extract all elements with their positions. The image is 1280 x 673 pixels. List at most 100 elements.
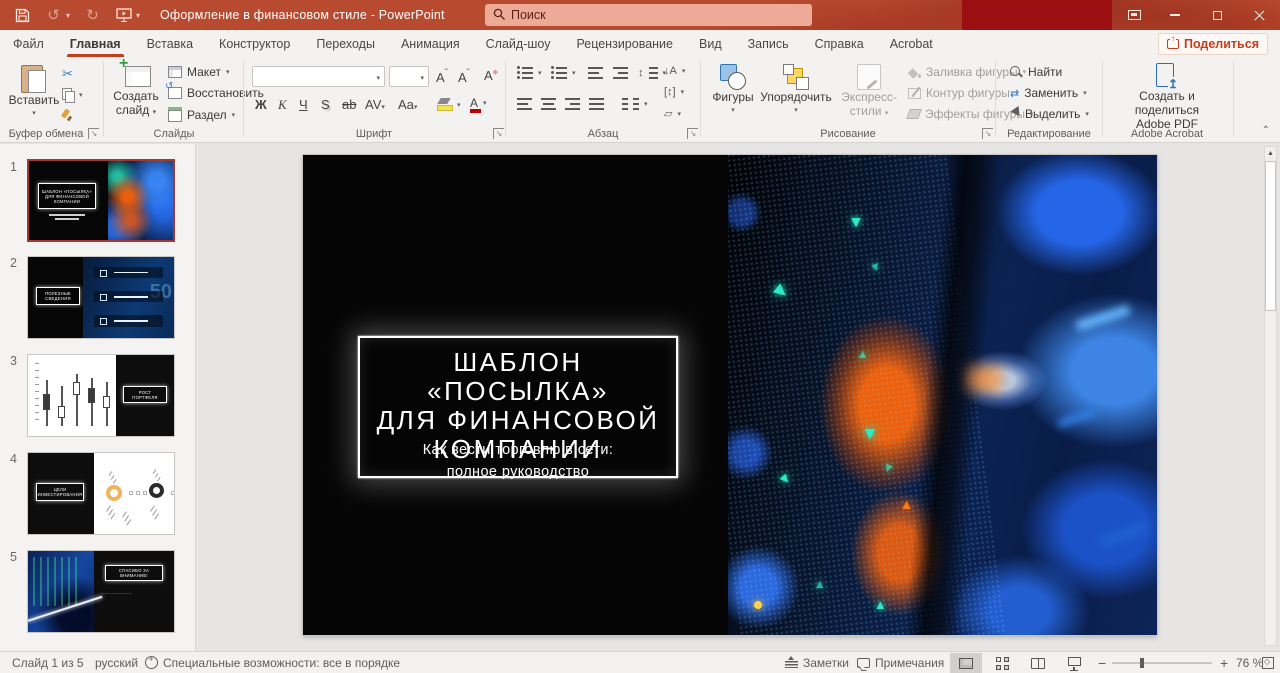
text-direction-button[interactable]: ↓A▾ bbox=[664, 65, 685, 77]
arrange-button[interactable]: Упорядочить▾ bbox=[756, 64, 836, 118]
clear-formatting-button[interactable]: А bbox=[484, 68, 498, 83]
minimize-button[interactable] bbox=[1154, 0, 1196, 30]
fit-slide-button[interactable] bbox=[1262, 652, 1274, 673]
scroll-up-icon[interactable]: ▲ bbox=[1265, 147, 1276, 160]
section-button[interactable]: Раздел▾ bbox=[168, 107, 235, 122]
align-left-button[interactable] bbox=[517, 98, 532, 110]
slideshow-view-button[interactable] bbox=[1058, 653, 1090, 673]
slide-subtitle-placeholder[interactable]: Как вести торговлю в сети: полное руково… bbox=[358, 439, 678, 483]
decrease-indent-button[interactable] bbox=[588, 67, 603, 79]
underline-button[interactable]: Ч bbox=[299, 97, 308, 112]
redo-icon[interactable]: ↻ bbox=[84, 7, 101, 24]
tab-design[interactable]: Конструктор bbox=[206, 30, 303, 57]
start-slideshow-icon[interactable] bbox=[115, 7, 132, 24]
select-button[interactable]: Выделить▾ bbox=[1010, 107, 1089, 121]
slide-counter[interactable]: Слайд 1 из 5 bbox=[12, 652, 84, 673]
font-color-button[interactable]: А▾ bbox=[470, 96, 487, 110]
font-size-combo[interactable]: ▾ bbox=[389, 66, 429, 87]
numbering-button[interactable]: ▾ bbox=[551, 67, 576, 79]
undo-dropdown-icon[interactable]: ▾ bbox=[66, 11, 70, 20]
change-case-button[interactable]: Aa▾ bbox=[398, 97, 417, 112]
zoom-out-button[interactable]: − bbox=[1098, 652, 1106, 673]
maximize-button[interactable] bbox=[1196, 0, 1238, 30]
accessibility-status[interactable]: Специальные возможности: все в порядке bbox=[145, 652, 400, 673]
line-spacing-button[interactable]: ↕▾ bbox=[638, 67, 666, 79]
align-text-button[interactable]: [↕]▾ bbox=[664, 86, 684, 98]
text-highlight-button[interactable]: ▾ bbox=[437, 98, 461, 111]
zoom-slider-thumb[interactable] bbox=[1140, 658, 1144, 668]
shape-outline-button[interactable]: Контур фигуры▾ bbox=[908, 86, 1018, 100]
tab-acrobat[interactable]: Acrobat bbox=[877, 30, 946, 57]
character-spacing-button[interactable]: AV▾ bbox=[365, 97, 385, 112]
increase-indent-button[interactable] bbox=[613, 67, 628, 79]
strikethrough-button[interactable]: ab bbox=[342, 97, 356, 112]
ribbon-display-options-button[interactable] bbox=[1114, 0, 1154, 30]
tab-record[interactable]: Запись bbox=[735, 30, 802, 57]
vertical-scrollbar[interactable]: ▲ bbox=[1264, 146, 1277, 646]
clipboard-dialog-launcher[interactable]: ↘ bbox=[88, 128, 99, 139]
slide-thumbnail-5[interactable]: СПАСИБО ЗА ВНИМАНИЕ! ______________ bbox=[27, 550, 175, 633]
slide-thumbnail-3[interactable]: РОСТ ПОРТФЕЛЯ bbox=[27, 354, 175, 437]
undo-icon[interactable]: ↺ bbox=[45, 7, 62, 24]
paste-button[interactable]: Вставить ▾ bbox=[10, 63, 58, 121]
cut-button[interactable]: ✂ bbox=[62, 67, 73, 81]
slide-led-image: ▲ ▲ ▲ ▲ ▲ ▲ ▲ ▲ ▲ ▲ bbox=[728, 155, 1157, 635]
find-button[interactable]: Найти bbox=[1010, 65, 1062, 79]
close-button[interactable] bbox=[1238, 0, 1280, 30]
tab-animations[interactable]: Анимация bbox=[388, 30, 473, 57]
save-icon[interactable] bbox=[14, 7, 31, 24]
tab-review[interactable]: Рецензирование bbox=[563, 30, 686, 57]
grow-font-button[interactable]: А bbox=[436, 68, 448, 85]
new-slide-button[interactable]: Создать слайд ▾ bbox=[110, 63, 162, 120]
reset-button[interactable]: Восстановить bbox=[168, 86, 264, 100]
notes-toggle[interactable]: Заметки bbox=[785, 652, 849, 673]
align-left-icon bbox=[517, 98, 532, 110]
reading-view-button[interactable] bbox=[1022, 653, 1054, 673]
paragraph-dialog-launcher[interactable]: ↘ bbox=[687, 128, 698, 139]
font-dialog-launcher[interactable]: ↘ bbox=[493, 128, 504, 139]
align-right-button[interactable] bbox=[565, 98, 580, 110]
zoom-slider[interactable] bbox=[1112, 662, 1212, 664]
tab-view[interactable]: Вид bbox=[686, 30, 735, 57]
tab-insert[interactable]: Вставка bbox=[134, 30, 206, 57]
normal-view-button[interactable] bbox=[950, 653, 982, 673]
layout-button[interactable]: Макет▾ bbox=[168, 65, 229, 79]
justify-button[interactable] bbox=[589, 98, 604, 110]
font-name-combo[interactable]: ▾ bbox=[252, 66, 385, 87]
shrink-font-button[interactable]: А bbox=[458, 68, 470, 85]
tab-transitions[interactable]: Переходы bbox=[303, 30, 388, 57]
columns-button[interactable]: ▾ bbox=[622, 98, 648, 110]
zoom-level[interactable]: 76 % bbox=[1236, 652, 1263, 673]
text-shadow-button[interactable]: S bbox=[321, 97, 330, 112]
search-input[interactable]: Поиск bbox=[485, 4, 812, 26]
italic-button[interactable]: К bbox=[278, 97, 287, 113]
tab-help[interactable]: Справка bbox=[802, 30, 877, 57]
quick-styles-button[interactable]: Экспресс- стили ▾ bbox=[838, 64, 900, 121]
tab-file[interactable]: Файл bbox=[0, 30, 57, 57]
share-button[interactable]: Поделиться bbox=[1158, 33, 1268, 55]
slide-thumbnail-4[interactable]: ЦЕЛИ ИНВЕСТИРОВАНИЯ bbox=[27, 452, 175, 535]
create-pdf-button[interactable]: Создать и поделиться Adobe PDF bbox=[1108, 63, 1226, 131]
replace-button[interactable]: ⇄Заменить▾ bbox=[1010, 86, 1087, 100]
tab-slideshow[interactable]: Слайд-шоу bbox=[473, 30, 564, 57]
bold-button[interactable]: Ж bbox=[255, 97, 267, 112]
drawing-dialog-launcher[interactable]: ↘ bbox=[982, 128, 993, 139]
convert-smartart-button[interactable]: ▱▾ bbox=[664, 107, 681, 120]
tab-home[interactable]: Главная bbox=[57, 30, 134, 57]
format-painter-button[interactable] bbox=[62, 109, 75, 122]
scrollbar-thumb[interactable] bbox=[1265, 161, 1276, 311]
collapse-ribbon-icon[interactable]: ⌃ bbox=[1262, 125, 1270, 136]
slide-thumbnail-1[interactable]: ШАБЛОН «ПОСЫЛКА» ДЛЯ ФИНАНСОВОЙ КОМПАНИИ bbox=[27, 159, 175, 242]
slide-sorter-button[interactable] bbox=[986, 653, 1018, 673]
customize-qat-icon[interactable]: ▾ bbox=[136, 11, 140, 20]
zoom-in-button[interactable]: + bbox=[1220, 652, 1228, 673]
shapes-button[interactable]: Фигуры▾ bbox=[708, 64, 758, 118]
bullets-button[interactable]: ▾ bbox=[517, 67, 542, 79]
align-center-button[interactable] bbox=[541, 98, 556, 110]
shape-fill-button[interactable]: Заливка фигуры▾ bbox=[908, 65, 1026, 79]
slide-canvas[interactable]: ▲ ▲ ▲ ▲ ▲ ▲ ▲ ▲ ▲ ▲ ШАБЛОН «ПОСЫЛКА» ДЛЯ… bbox=[303, 155, 1157, 635]
copy-button[interactable]: ▾ bbox=[62, 88, 83, 101]
language-indicator[interactable]: русский bbox=[95, 652, 138, 673]
comments-toggle[interactable]: Примечания bbox=[857, 652, 944, 673]
slide-thumbnail-2[interactable]: 50 ПОЛЕЗНЫЕ СВЕДЕНИЯ bbox=[27, 256, 175, 339]
